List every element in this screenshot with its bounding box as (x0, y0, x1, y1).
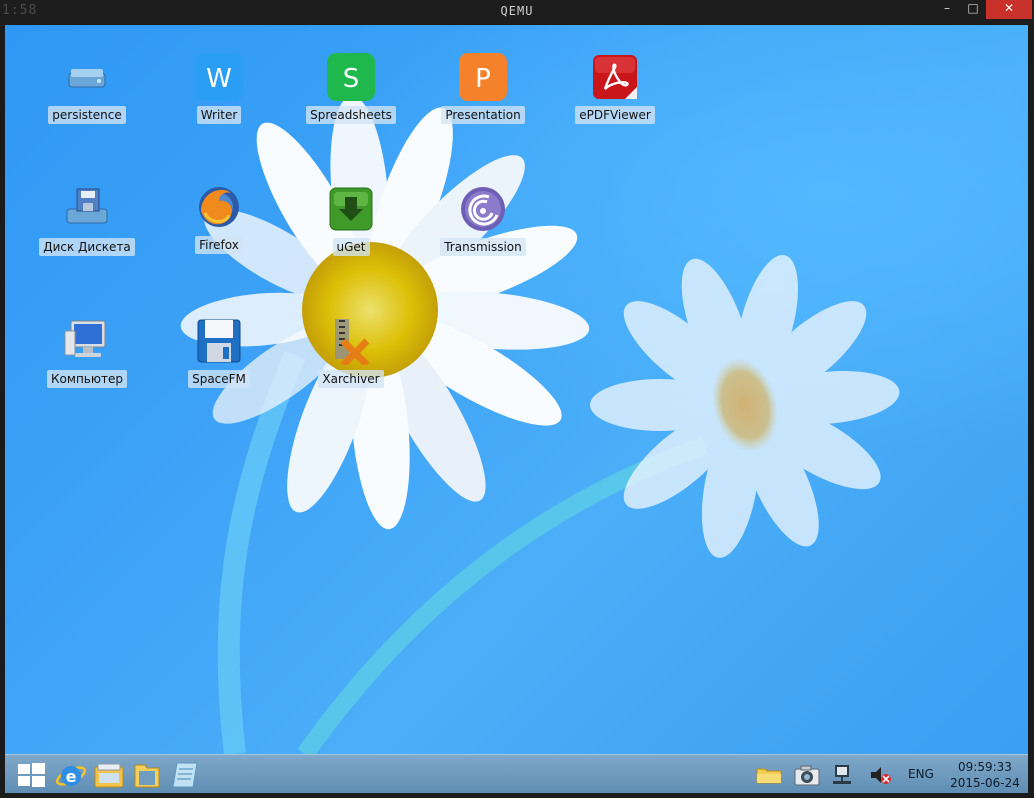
desktop-icon-spreadsheets[interactable]: S Spreadsheets (296, 53, 406, 124)
notepad-icon (172, 762, 198, 788)
pdf-icon (591, 53, 639, 101)
tray-volume-button[interactable] (867, 763, 893, 787)
desktop-icon-epdfviewer[interactable]: ePDFViewer (560, 53, 670, 124)
window-titlebar[interactable]: 1:58 QEMU – □ ✕ (0, 0, 1034, 24)
wps-spreadsheets-icon: S (327, 53, 375, 101)
svg-text:W: W (206, 64, 232, 94)
folder-tray-icon (756, 768, 782, 784)
tray-network-button[interactable] (831, 763, 857, 787)
desktop-icon-label: Writer (196, 106, 242, 124)
transmission-icon (459, 185, 507, 233)
desktop-icon-label: uGet (332, 238, 370, 256)
desktop-icon-label: Xarchiver (318, 370, 384, 388)
svg-text:S: S (343, 64, 360, 94)
floppy-save-icon (195, 317, 243, 365)
computer-icon (63, 317, 111, 365)
file-manager-icon (94, 763, 124, 788)
desktop-icon-label: Spreadsheets (306, 106, 396, 124)
tray-folder-button[interactable] (755, 763, 782, 787)
notepad-button[interactable] (169, 759, 201, 791)
xarchiver-icon (327, 317, 375, 368)
desktop-icon-label: ePDFViewer (575, 106, 655, 124)
file-manager-button[interactable] (93, 759, 125, 791)
start-button[interactable] (15, 759, 47, 791)
desktop-icon-label: persistence (48, 106, 126, 124)
desktop-icon-writer[interactable]: W Writer (164, 53, 274, 124)
svg-text:e: e (66, 767, 77, 786)
internet-explorer-icon: e (55, 766, 87, 786)
language-indicator[interactable]: ENG (908, 767, 934, 781)
internet-explorer-button[interactable]: e (55, 759, 87, 791)
minimize-button[interactable]: – (936, 0, 958, 19)
clock-date: 2015-06-24 (950, 776, 1020, 790)
desktop-icon-label: Firefox (195, 236, 243, 254)
camera-icon (794, 765, 820, 786)
tray-camera-button[interactable] (793, 763, 820, 787)
desktop-icon-computer[interactable]: Компьютер (32, 317, 142, 388)
wps-writer-icon: W (195, 53, 243, 101)
volume-muted-icon (871, 767, 891, 784)
firefox-icon (195, 183, 243, 231)
desktop-icon-label: Диск Дискета (39, 238, 135, 256)
taskbar: e ENG 09:59:33 2015-06-24 (5, 754, 1028, 793)
desktop-icon-floppy-drive[interactable]: Диск Дискета (32, 185, 142, 256)
svg-text:P: P (475, 64, 491, 94)
clock-time: 09:59:33 (958, 760, 1012, 774)
wps-presentation-icon: P (459, 53, 507, 101)
folder-icon (134, 764, 160, 788)
desktop-icon-uget[interactable]: uGet (296, 185, 406, 256)
desktop-icon-persistence[interactable]: persistence (32, 53, 142, 124)
desktop-icon-transmission[interactable]: Transmission (428, 185, 538, 256)
uget-icon (327, 185, 375, 233)
start-icon (18, 763, 45, 787)
desktop-icon-label: Presentation (441, 106, 525, 124)
desktop-icon-presentation[interactable]: P Presentation (428, 53, 538, 124)
taskbar-clock[interactable]: 09:59:33 2015-06-24 (945, 759, 1025, 791)
floppy-drive-icon (63, 185, 111, 233)
desktop-screen: persistence W Writer S Spreadsheets P Pr… (5, 25, 1028, 793)
desktop-icon-label: Transmission (440, 238, 526, 256)
window-title: QEMU (500, 4, 534, 18)
desktop-icon-spacefm[interactable]: SpaceFM (164, 317, 274, 388)
desktop-icon-label: Компьютер (47, 370, 127, 388)
desktop-icon-firefox[interactable]: Firefox (164, 183, 274, 254)
folder-button[interactable] (131, 759, 163, 791)
close-button[interactable]: ✕ (986, 0, 1032, 19)
wallpaper-daisies (180, 95, 900, 754)
desktop-icon-label: SpaceFM (188, 370, 250, 388)
desktop-icon-xarchiver[interactable]: Xarchiver (296, 317, 406, 388)
maximize-button[interactable]: □ (960, 0, 986, 19)
drive-icon (63, 53, 111, 101)
network-icon (833, 765, 851, 784)
